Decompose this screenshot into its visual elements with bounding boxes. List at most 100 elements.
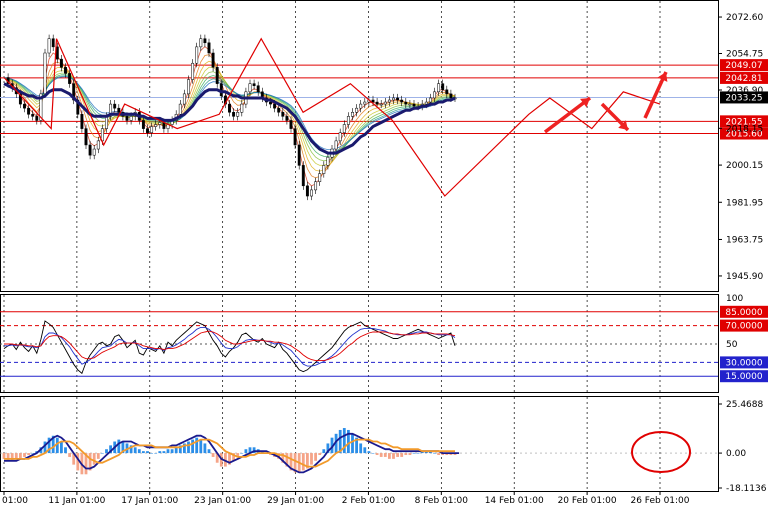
candle-body bbox=[84, 128, 88, 146]
candle-body bbox=[125, 116, 129, 121]
macd-histogram-bar bbox=[150, 453, 153, 454]
candle-body bbox=[289, 120, 293, 129]
candle-body bbox=[43, 52, 47, 95]
candle-body bbox=[80, 114, 84, 129]
candle-body bbox=[301, 165, 305, 187]
macd-histogram-bar bbox=[142, 451, 145, 454]
candle-body bbox=[59, 58, 63, 68]
macd-histogram-bar bbox=[318, 453, 322, 456]
price-y-tick-label: 2036.90 bbox=[726, 86, 763, 96]
price-y-tick-label: 2000.15 bbox=[726, 161, 763, 171]
candle-body bbox=[240, 103, 244, 113]
candle-body bbox=[187, 79, 190, 95]
macd-histogram-bar bbox=[375, 453, 379, 456]
candle-body bbox=[305, 185, 309, 197]
macd-histogram-bar bbox=[314, 453, 317, 461]
macd-y-tick-label: -18.1136 bbox=[726, 484, 767, 494]
candle-body bbox=[154, 124, 158, 127]
macd-histogram-bar bbox=[412, 453, 416, 454]
candle-body bbox=[199, 38, 203, 48]
candle-body bbox=[211, 52, 215, 68]
candle-body bbox=[27, 107, 31, 115]
candle-body bbox=[191, 62, 195, 80]
macd-histogram-bar bbox=[379, 453, 383, 457]
x-tick-label: 29 Jan 01:00 bbox=[267, 496, 324, 506]
candle-body bbox=[146, 128, 149, 133]
candle-body bbox=[232, 112, 236, 117]
macd-histogram-bar bbox=[310, 453, 313, 465]
candle-body bbox=[412, 103, 416, 107]
level-label: 2042.81 bbox=[725, 74, 762, 84]
macd-histogram-bar bbox=[404, 453, 408, 456]
price-y-tick-label: 1981.95 bbox=[726, 198, 763, 208]
x-tick-label: 11 Jan 01:00 bbox=[48, 496, 105, 506]
candle-body bbox=[396, 97, 400, 101]
macd-histogram-bar bbox=[416, 453, 420, 454]
macd-histogram-bar bbox=[60, 441, 63, 454]
macd-histogram-bar bbox=[408, 453, 412, 456]
macd-histogram-bar bbox=[105, 449, 108, 454]
candle-body bbox=[207, 42, 211, 54]
oscillator-level-label: 85.0000 bbox=[725, 308, 762, 318]
candle-body bbox=[47, 38, 51, 54]
candle-body bbox=[371, 99, 375, 103]
candle-body bbox=[195, 46, 199, 64]
trading-chart: 2049.07 2042.81 2021.55 2015.60 2033.25 2072.… bbox=[0, 0, 770, 510]
candle-body bbox=[441, 83, 445, 91]
candle-body bbox=[383, 101, 387, 105]
macd-histogram-bar bbox=[170, 449, 174, 454]
price-y-tick-label: 1963.75 bbox=[726, 235, 763, 245]
macd-histogram-bar bbox=[187, 441, 190, 454]
macd-histogram-bar bbox=[437, 453, 440, 456]
macd-histogram-bar bbox=[400, 453, 404, 457]
candle-body bbox=[88, 144, 92, 156]
x-tick-label: 23 Jan 01:00 bbox=[194, 496, 251, 506]
candle-body bbox=[428, 97, 432, 103]
macd-histogram-bar bbox=[392, 453, 395, 459]
macd-histogram-bar bbox=[154, 453, 158, 454]
macd-histogram-bar bbox=[133, 447, 137, 454]
candle-body bbox=[342, 124, 346, 133]
candle-body bbox=[346, 116, 350, 125]
macd-histogram-bar bbox=[92, 453, 96, 465]
candle-body bbox=[236, 112, 240, 117]
macd-y-tick-label: 25.4688 bbox=[726, 400, 763, 410]
macd-histogram-bar bbox=[383, 453, 387, 457]
x-tick-label: 17 Jan 01:00 bbox=[121, 496, 178, 506]
x-tick-label: 20 Feb 01:00 bbox=[558, 496, 617, 506]
x-tick-label: 2 Feb 01:00 bbox=[342, 496, 396, 506]
macd-histogram-bar bbox=[191, 439, 194, 454]
macd-histogram-bar bbox=[207, 449, 211, 454]
oscillator-level-label: 30.0000 bbox=[725, 358, 762, 368]
candle-body bbox=[359, 103, 363, 109]
macd-histogram-bar bbox=[68, 453, 71, 457]
candle-body bbox=[363, 101, 367, 105]
candle-body bbox=[51, 38, 55, 48]
candle-body bbox=[322, 165, 326, 174]
candle-body bbox=[158, 122, 162, 125]
candle-body bbox=[35, 116, 39, 121]
candle-body bbox=[281, 112, 285, 117]
x-tick-label: 01:00 bbox=[2, 496, 28, 506]
macd-histogram-bar bbox=[64, 447, 67, 454]
oscillator-y-tick-label: 100 bbox=[726, 294, 743, 304]
price-panel-frame bbox=[0, 0, 719, 292]
candle-body bbox=[293, 128, 297, 146]
macd-panel bbox=[0, 428, 718, 475]
candle-body bbox=[31, 114, 35, 117]
candle-body bbox=[248, 83, 252, 93]
macd-histogram-bar bbox=[166, 449, 170, 454]
trend-arrow bbox=[543, 96, 592, 134]
macd-histogram-bar bbox=[96, 453, 100, 459]
price-y-tick-label: 1945.90 bbox=[726, 272, 763, 282]
candle-body bbox=[129, 116, 133, 121]
candle-body bbox=[408, 103, 412, 106]
macd-histogram-bar bbox=[396, 453, 399, 457]
candle-body bbox=[392, 97, 395, 101]
candle-body bbox=[449, 93, 453, 99]
candle-body bbox=[445, 89, 449, 95]
macd-histogram-bar bbox=[351, 433, 354, 454]
candle-body bbox=[400, 99, 404, 103]
candle-body bbox=[105, 116, 108, 129]
candle-body bbox=[437, 83, 441, 93]
